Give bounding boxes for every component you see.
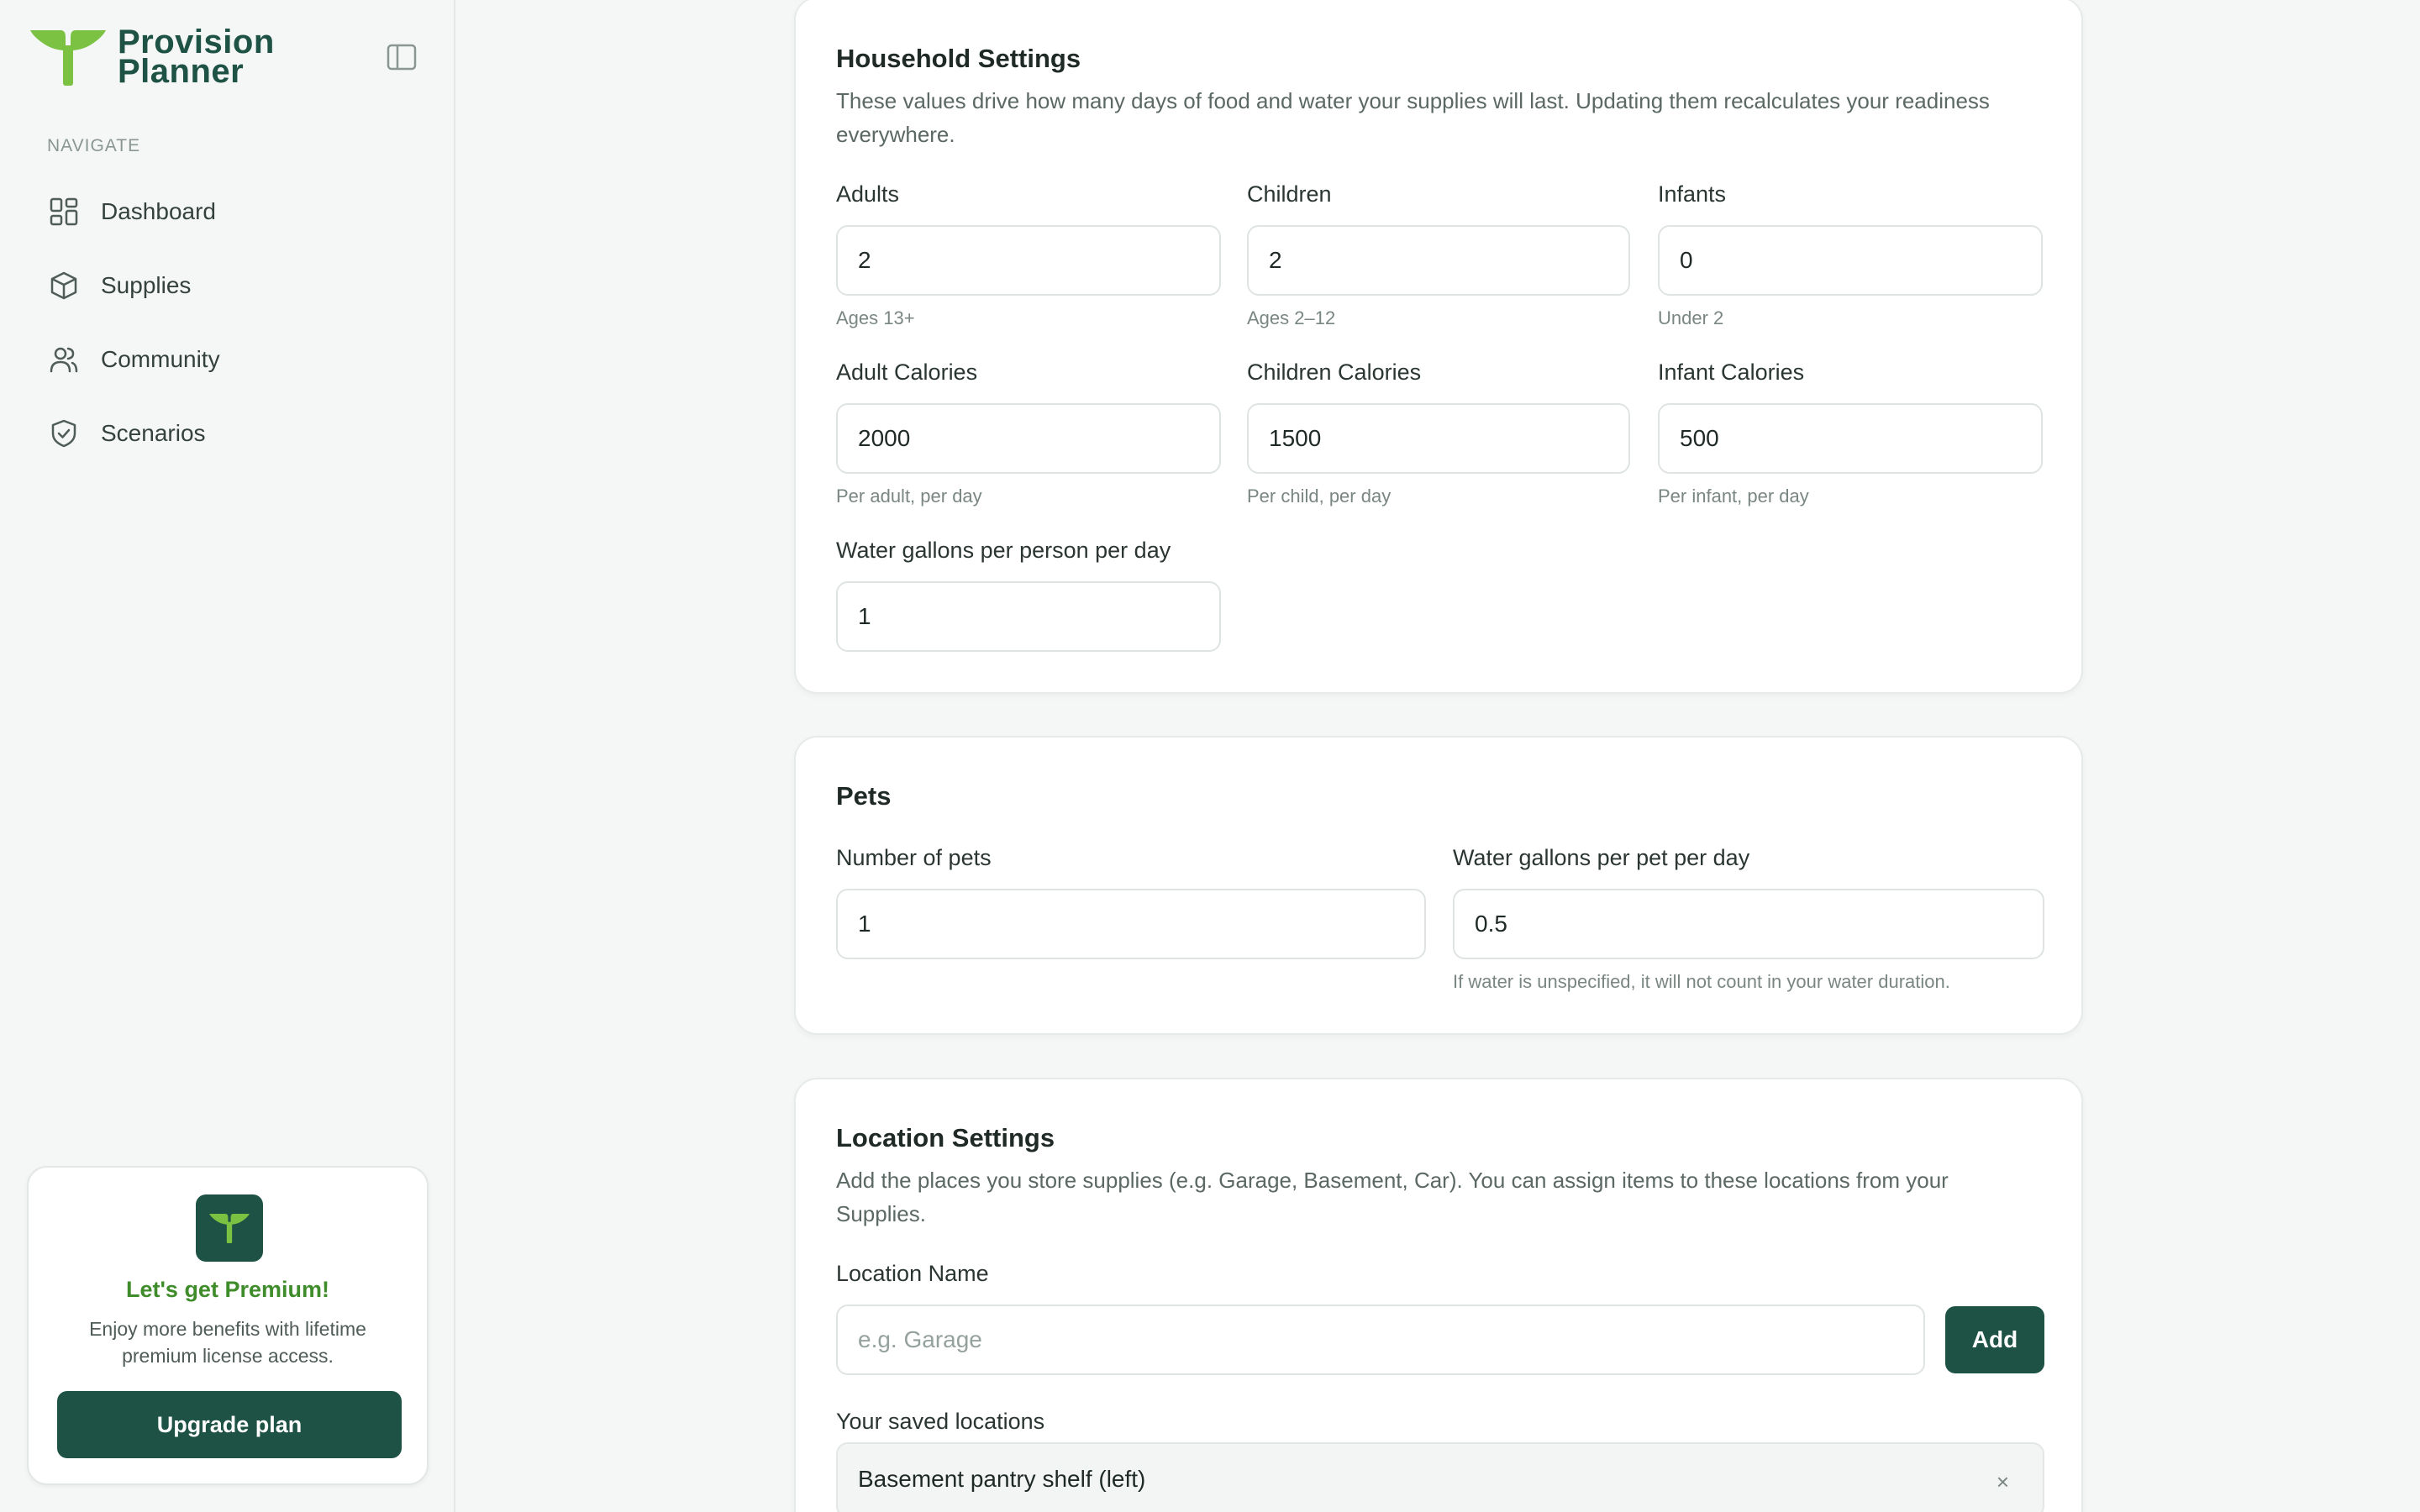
sidebar-toggle-button[interactable] [385, 42, 418, 72]
adults-input[interactable] [836, 225, 1221, 296]
saved-location-label: Basement pantry shelf (left) [858, 1466, 1146, 1492]
brand[interactable]: Provision Planner [27, 25, 275, 89]
sprout-logo-icon [30, 30, 106, 86]
adults-hint: Ages 13+ [836, 307, 915, 328]
sidebar-panel-icon [387, 44, 417, 71]
infant-calories-input[interactable] [1658, 403, 2043, 474]
children-hint: Ages 2–12 [1247, 307, 1336, 328]
brand-line-2: Planner [118, 53, 245, 90]
adults-label: Adults [836, 181, 900, 207]
box-icon [47, 269, 81, 302]
water-per-pet-label: Water gallons per pet per day [1453, 845, 1750, 870]
number-of-pets-label: Number of pets [836, 845, 992, 870]
water-per-person-label: Water gallons per person per day [836, 538, 1171, 563]
sidebar-item-scenarios[interactable]: Scenarios [34, 396, 420, 470]
children-input[interactable] [1247, 225, 1630, 296]
sidebar-nav: Dashboard Supplies Community Scenarios [34, 175, 420, 470]
premium-card: Let's get Premium! Enjoy more benefits w… [27, 1166, 429, 1485]
water-per-pet-input[interactable] [1453, 889, 2044, 959]
water-per-pet-hint: If water is unspecified, it will not cou… [1453, 971, 1950, 992]
pets-card: Pets Number of pets Water gallons per pe… [794, 736, 2083, 1035]
shield-icon [47, 417, 81, 450]
remove-location-button[interactable]: × [1996, 1469, 2009, 1495]
infant-calories-hint: Per infant, per day [1658, 486, 1809, 507]
children-calories-label: Children Calories [1247, 360, 1422, 385]
water-per-person-input[interactable] [836, 581, 1221, 652]
saved-locations-heading: Your saved locations [836, 1409, 1045, 1434]
children-calories-input[interactable] [1247, 403, 1630, 474]
sidebar-item-label: Scenarios [101, 420, 206, 446]
location-settings-card: Location Settings Add the places you sto… [794, 1078, 2083, 1512]
adult-calories-hint: Per adult, per day [836, 486, 982, 507]
users-icon [47, 343, 81, 376]
dashboard-icon [47, 195, 81, 228]
saved-location-item: Basement pantry shelf (left) × [836, 1442, 2044, 1512]
sidebar-item-label: Community [101, 346, 220, 372]
sidebar-item-label: Supplies [101, 272, 192, 298]
nav-heading: NAVIGATE [47, 136, 141, 155]
infants-input[interactable] [1658, 225, 2043, 296]
sidebar-item-dashboard[interactable]: Dashboard [34, 175, 420, 249]
location-name-input[interactable] [836, 1305, 1925, 1375]
sidebar: Provision Planner NAVIGATE Dashboard Sup… [0, 0, 455, 1512]
premium-description: Enjoy more benefits with lifetime premiu… [89, 1318, 366, 1367]
sidebar-item-label: Dashboard [101, 198, 216, 224]
adult-calories-input[interactable] [836, 403, 1221, 474]
upgrade-plan-button[interactable]: Upgrade plan [57, 1391, 402, 1458]
household-settings-card: Household Settings These values drive ho… [794, 0, 2083, 694]
children-calories-hint: Per child, per day [1247, 486, 1392, 507]
children-label: Children [1247, 181, 1332, 207]
sidebar-item-supplies[interactable]: Supplies [34, 249, 420, 323]
infants-hint: Under 2 [1658, 307, 1724, 328]
brand-name: Provision Planner [118, 25, 275, 90]
pets-title: Pets [836, 781, 892, 811]
infants-label: Infants [1658, 181, 1727, 207]
location-name-label: Location Name [836, 1261, 989, 1286]
number-of-pets-input[interactable] [836, 889, 1426, 959]
infant-calories-label: Infant Calories [1658, 360, 1805, 385]
household-settings-title: Household Settings [836, 44, 1081, 73]
sidebar-item-community[interactable]: Community [34, 323, 420, 396]
location-settings-description: Add the places you store supplies (e.g. … [836, 1168, 1949, 1226]
household-settings-description: These values drive how many days of food… [836, 88, 1990, 147]
premium-title: Let's get Premium! [126, 1277, 329, 1302]
adult-calories-label: Adult Calories [836, 360, 978, 385]
sprout-logo-icon [196, 1194, 263, 1262]
location-settings-title: Location Settings [836, 1123, 1055, 1152]
add-location-button[interactable]: Add [1945, 1306, 2044, 1373]
